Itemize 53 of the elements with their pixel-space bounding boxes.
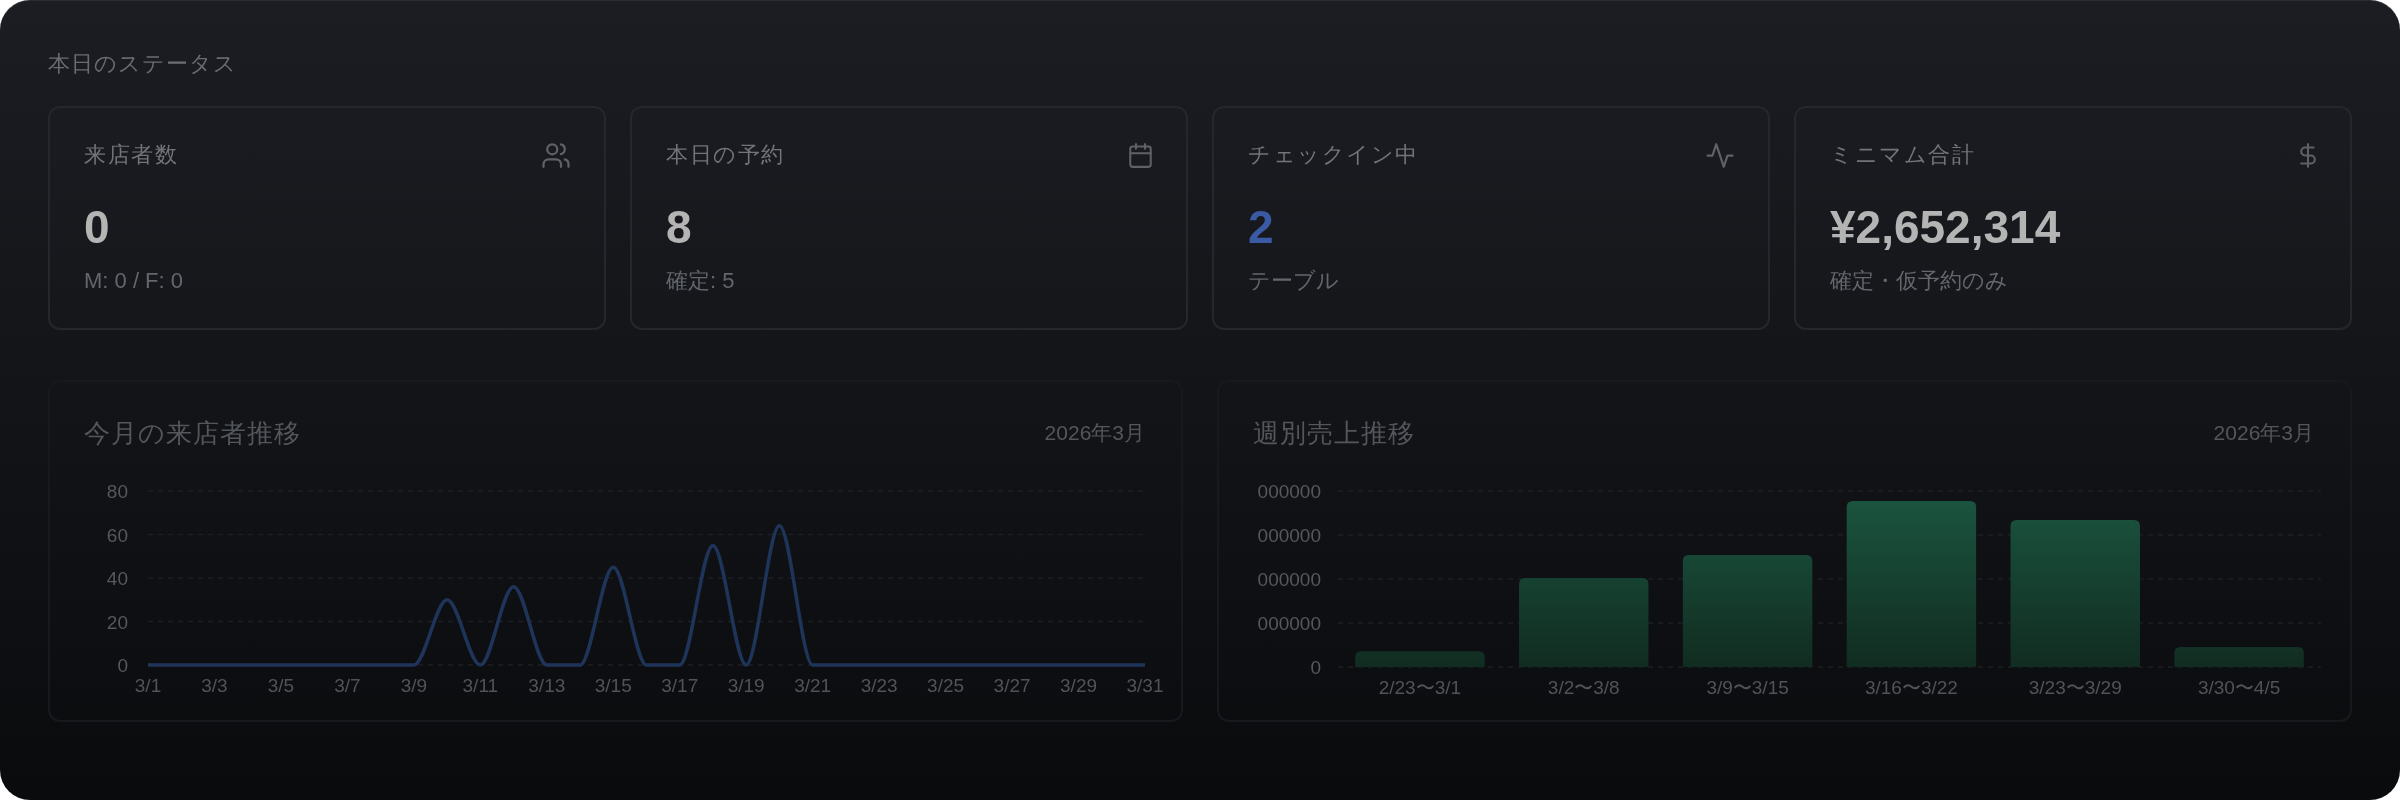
stat-value: 2 <box>1248 202 1275 252</box>
axis-label: 000000 <box>1257 481 1321 502</box>
axis-label: 3/23〜3/29 <box>2028 677 2122 698</box>
axis-label: 0 <box>1310 657 1321 678</box>
axis-label: 3/23 <box>860 675 898 696</box>
calendar-icon <box>1129 142 1152 168</box>
axis-label: 3/29 <box>1060 675 1098 696</box>
axis-label: 0 <box>117 655 128 676</box>
stat-note: テーブル <box>1248 267 1340 295</box>
axis-label: 80 <box>106 481 128 502</box>
axis-label: 3/9〜3/15 <box>1706 677 1789 698</box>
chart-title: 今月の来店者推移 <box>84 417 301 450</box>
axis-label: 3/25 <box>927 675 965 696</box>
axis-label: 3/5 <box>267 675 295 696</box>
pulse-icon <box>1706 142 1734 168</box>
axis-label: 20 <box>106 611 128 633</box>
axis-label: 2/23〜3/1 <box>1378 677 1462 698</box>
axis-label: 3/11 <box>462 675 499 696</box>
axis-label: 3/2〜3/8 <box>1547 677 1620 698</box>
axis-label: 000000 <box>1257 613 1321 634</box>
axis-label: 3/21 <box>794 675 832 696</box>
stat-note: M: 0 / F: 0 <box>84 267 185 295</box>
axis-label: 3/16〜3/22 <box>1864 677 1958 698</box>
axis-label: 3/30〜4/5 <box>2197 677 2281 698</box>
axis-label: 3/3 <box>201 675 228 696</box>
stat-note: 確定・仮予約のみ <box>1830 267 2009 295</box>
axis-label: 000000 <box>1257 569 1321 590</box>
axis-label: 3/9 <box>400 675 428 696</box>
axis-label: 60 <box>106 524 128 546</box>
axis-label: 3/17 <box>661 675 699 696</box>
axis-label: 40 <box>106 568 128 589</box>
stat-note: 確定: 5 <box>666 267 736 295</box>
stat-label: 来店者数 <box>84 142 178 168</box>
users-icon <box>542 142 570 168</box>
section-title: 本日のステータス <box>48 50 238 78</box>
stat-value: 0 <box>84 202 111 252</box>
axis-label: 3/7 <box>334 675 361 696</box>
dollar-icon <box>2300 142 2316 168</box>
stat-label: ミニマム合計 <box>1830 142 1975 168</box>
stat-value: 8 <box>666 202 693 252</box>
axis-label: 3/15 <box>594 675 632 696</box>
axis-label: 3/13 <box>528 675 566 696</box>
axis-label: 3/27 <box>993 675 1031 696</box>
chart-period: 2026年3月 <box>2213 420 2314 446</box>
axis-label: 3/19 <box>727 675 765 696</box>
chart-period: 2026年3月 <box>1044 420 1145 446</box>
stat-value: ¥2,652,314 <box>1830 202 2062 252</box>
stat-label: 本日の予約 <box>666 142 785 168</box>
stat-label: チェックイン中 <box>1248 142 1419 168</box>
axis-label: 000000 <box>1257 525 1321 546</box>
axis-label: 3/31 <box>1126 675 1164 696</box>
chart-title: 週別売上推移 <box>1253 417 1415 450</box>
axis-label: 3/1 <box>134 675 162 696</box>
